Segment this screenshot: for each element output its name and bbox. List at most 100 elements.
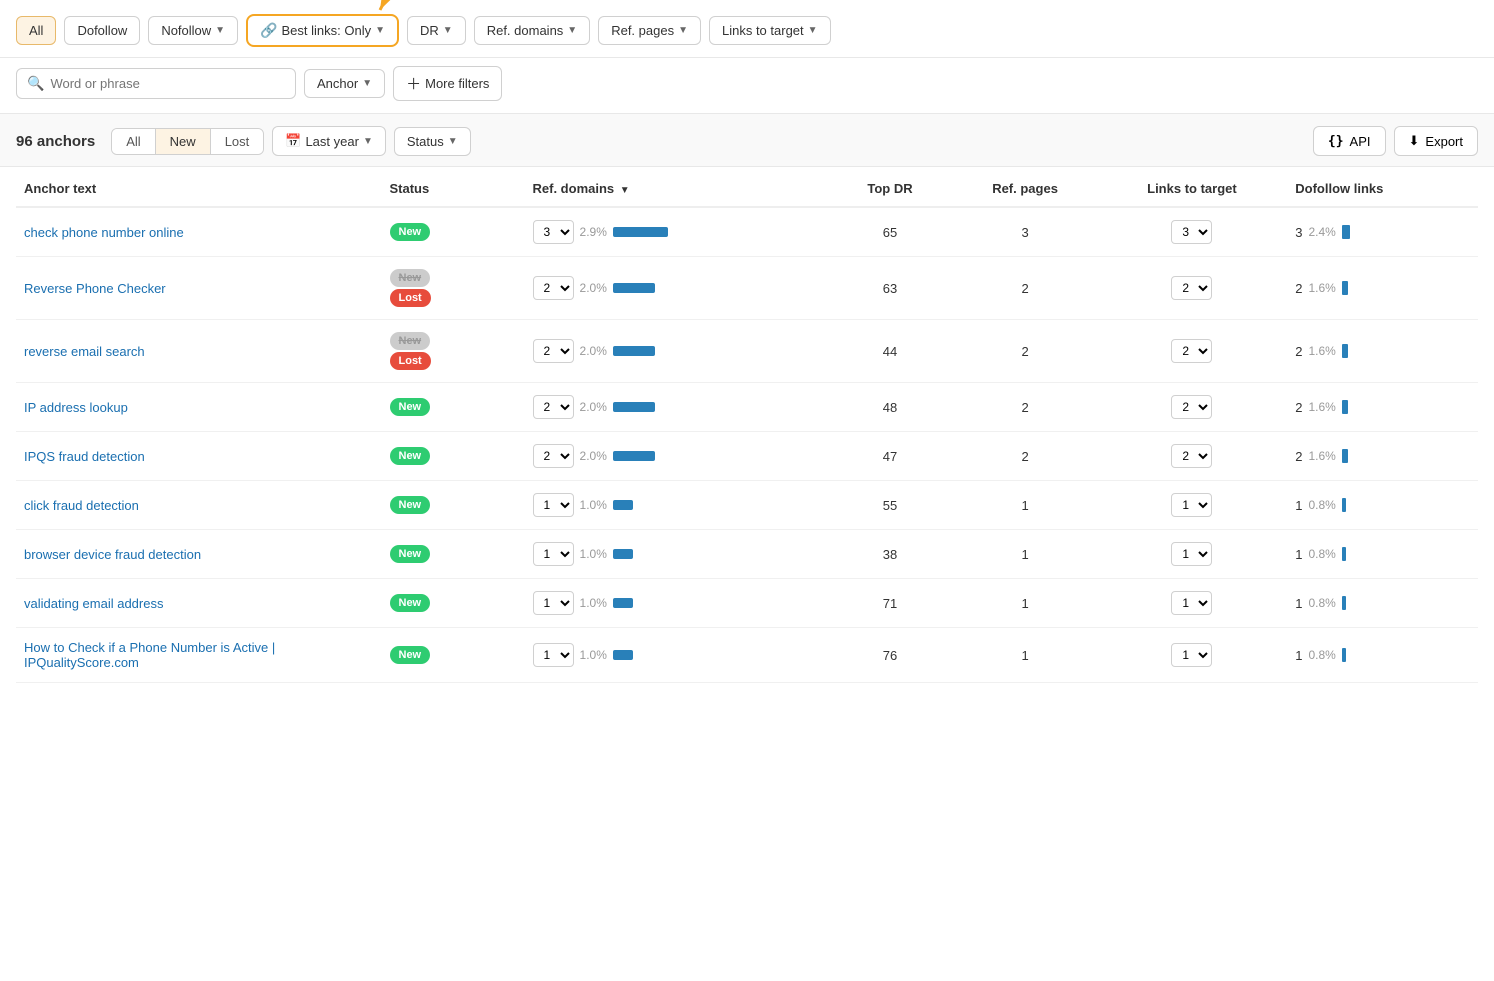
ref-domains-select[interactable]: 1 (533, 643, 574, 667)
dofollow-cell: 2 1.6% (1287, 257, 1478, 320)
top-dr-cell: 38 (826, 530, 953, 579)
links-to-target-select[interactable]: 2 (1171, 395, 1212, 419)
links-to-target-select[interactable]: 2 (1171, 339, 1212, 363)
links-to-target-select[interactable]: 1 (1171, 542, 1212, 566)
ref-domains-pct: 1.0% (580, 547, 607, 561)
ref-domains-select[interactable]: 1 (533, 493, 574, 517)
links-to-target-cell: 2 (1097, 320, 1288, 383)
anchor-link[interactable]: How to Check if a Phone Number is Active… (24, 640, 275, 670)
links-to-target-cell: 1 (1097, 579, 1288, 628)
ref-domains-pct: 2.0% (580, 281, 607, 295)
dofollow-count: 2 (1295, 449, 1302, 464)
ref-domains-cell: 1 1.0% (525, 481, 827, 530)
dofollow-cell: 1 0.8% (1287, 628, 1478, 683)
dofollow-bar (1342, 596, 1346, 610)
status-badge-new-striked: New (390, 332, 431, 350)
ref-domains-bar-wrap (613, 500, 673, 510)
anchor-link[interactable]: validating email address (24, 596, 163, 611)
status-badge-new: New (390, 398, 431, 416)
tab-all[interactable]: All (112, 129, 155, 154)
links-to-target-select[interactable]: 1 (1171, 493, 1212, 517)
anchor-link[interactable]: IPQS fraud detection (24, 449, 145, 464)
status-badge-new: New (390, 646, 431, 664)
table-row: validating email addressNew 1 1.0% 711 1… (16, 579, 1478, 628)
ref-domains-select[interactable]: 2 (533, 395, 574, 419)
ref-domains-select[interactable]: 2 (533, 444, 574, 468)
status-badge-new: New (390, 594, 431, 612)
links-to-target-select[interactable]: 2 (1171, 276, 1212, 300)
dofollow-count: 2 (1295, 344, 1302, 359)
dofollow-count: 3 (1295, 225, 1302, 240)
dr-filter-btn[interactable]: DR ▼ (407, 16, 466, 45)
sub-filter-bar: 96 anchors All New Lost 📅 Last year ▼ St… (0, 114, 1494, 167)
dofollow-bar (1342, 400, 1348, 414)
ref-domains-select[interactable]: 3 (533, 220, 574, 244)
tab-new[interactable]: New (156, 129, 211, 154)
export-btn[interactable]: ⬇ Export (1394, 126, 1478, 156)
links-to-target-cell: 2 (1097, 257, 1288, 320)
ref-domains-cell: 1 1.0% (525, 579, 827, 628)
nofollow-filter-btn[interactable]: Nofollow ▼ (148, 16, 238, 45)
ref-pages-filter-btn[interactable]: Ref. pages ▼ (598, 16, 701, 45)
top-dr-cell: 65 (826, 207, 953, 257)
dofollow-cell: 2 1.6% (1287, 383, 1478, 432)
dofollow-count: 1 (1295, 596, 1302, 611)
ref-domains-select[interactable]: 1 (533, 542, 574, 566)
table-row: click fraud detectionNew 1 1.0% 551 1 1 … (16, 481, 1478, 530)
col-anchor-header[interactable]: Anchor text (16, 167, 382, 207)
links-to-target-filter-btn[interactable]: Links to target ▼ (709, 16, 831, 45)
last-year-btn[interactable]: 📅 Last year ▼ (272, 126, 386, 156)
ref-domains-bar (613, 402, 655, 412)
anchor-link[interactable]: check phone number online (24, 225, 184, 240)
col-dofollow-header: Dofollow links (1287, 167, 1478, 207)
links-to-target-select[interactable]: 2 (1171, 444, 1212, 468)
anchor-filter-btn[interactable]: Anchor ▼ (304, 69, 385, 98)
links-to-target-select[interactable]: 1 (1171, 643, 1212, 667)
anchor-link[interactable]: IP address lookup (24, 400, 128, 415)
ref-domains-select[interactable]: 1 (533, 591, 574, 615)
ref-domains-bar (613, 650, 633, 660)
ref-domains-caret-icon: ▼ (567, 25, 577, 36)
tab-lost[interactable]: Lost (211, 129, 264, 154)
dofollow-bar (1342, 547, 1346, 561)
search-input-wrap: 🔍 (16, 68, 296, 99)
dofollow-filter-btn[interactable]: Dofollow (64, 16, 140, 45)
dofollow-cell: 1 0.8% (1287, 579, 1478, 628)
anchor-count: 96 anchors (16, 133, 95, 150)
links-to-target-cell: 2 (1097, 383, 1288, 432)
all-filter-btn[interactable]: All (16, 16, 56, 45)
table-row: browser device fraud detectionNew 1 1.0%… (16, 530, 1478, 579)
ref-domains-cell: 2 2.0% (525, 383, 827, 432)
dofollow-count: 1 (1295, 547, 1302, 562)
ref-domains-bar-wrap (613, 227, 673, 237)
links-to-target-cell: 1 (1097, 481, 1288, 530)
ref-domains-select[interactable]: 2 (533, 339, 574, 363)
col-refdom-header[interactable]: Ref. domains ▼ (525, 167, 827, 207)
calendar-icon: 📅 (285, 133, 301, 149)
more-filters-btn[interactable]: ＋ More filters (393, 66, 502, 101)
status-filter-btn[interactable]: Status ▼ (394, 127, 471, 156)
anchor-link[interactable]: reverse email search (24, 344, 145, 359)
status-badge-new-striked: New (390, 269, 431, 287)
anchor-link[interactable]: click fraud detection (24, 498, 139, 513)
dofollow-count: 1 (1295, 648, 1302, 663)
ref-domains-select[interactable]: 2 (533, 276, 574, 300)
links-to-target-cell: 1 (1097, 628, 1288, 683)
top-dr-cell: 47 (826, 432, 953, 481)
anchor-link[interactable]: browser device fraud detection (24, 547, 201, 562)
search-input[interactable] (50, 76, 250, 91)
dofollow-bar (1342, 281, 1348, 295)
api-btn[interactable]: {} API (1313, 126, 1386, 156)
ref-domains-filter-btn[interactable]: Ref. domains ▼ (474, 16, 591, 45)
ref-domains-pct: 2.9% (580, 225, 607, 239)
status-cell: NewLost (382, 320, 525, 383)
status-cell: New (382, 383, 525, 432)
ref-domains-bar (613, 283, 655, 293)
ref-domains-cell: 2 2.0% (525, 320, 827, 383)
best-links-filter-btn[interactable]: 🔗 Best links: Only ▼ (246, 14, 399, 47)
anchor-link[interactable]: Reverse Phone Checker (24, 281, 166, 296)
top-dr-cell: 55 (826, 481, 953, 530)
links-to-target-select[interactable]: 3 (1171, 220, 1212, 244)
table-wrap: Anchor text Status Ref. domains ▼ Top DR… (0, 167, 1494, 683)
links-to-target-select[interactable]: 1 (1171, 591, 1212, 615)
